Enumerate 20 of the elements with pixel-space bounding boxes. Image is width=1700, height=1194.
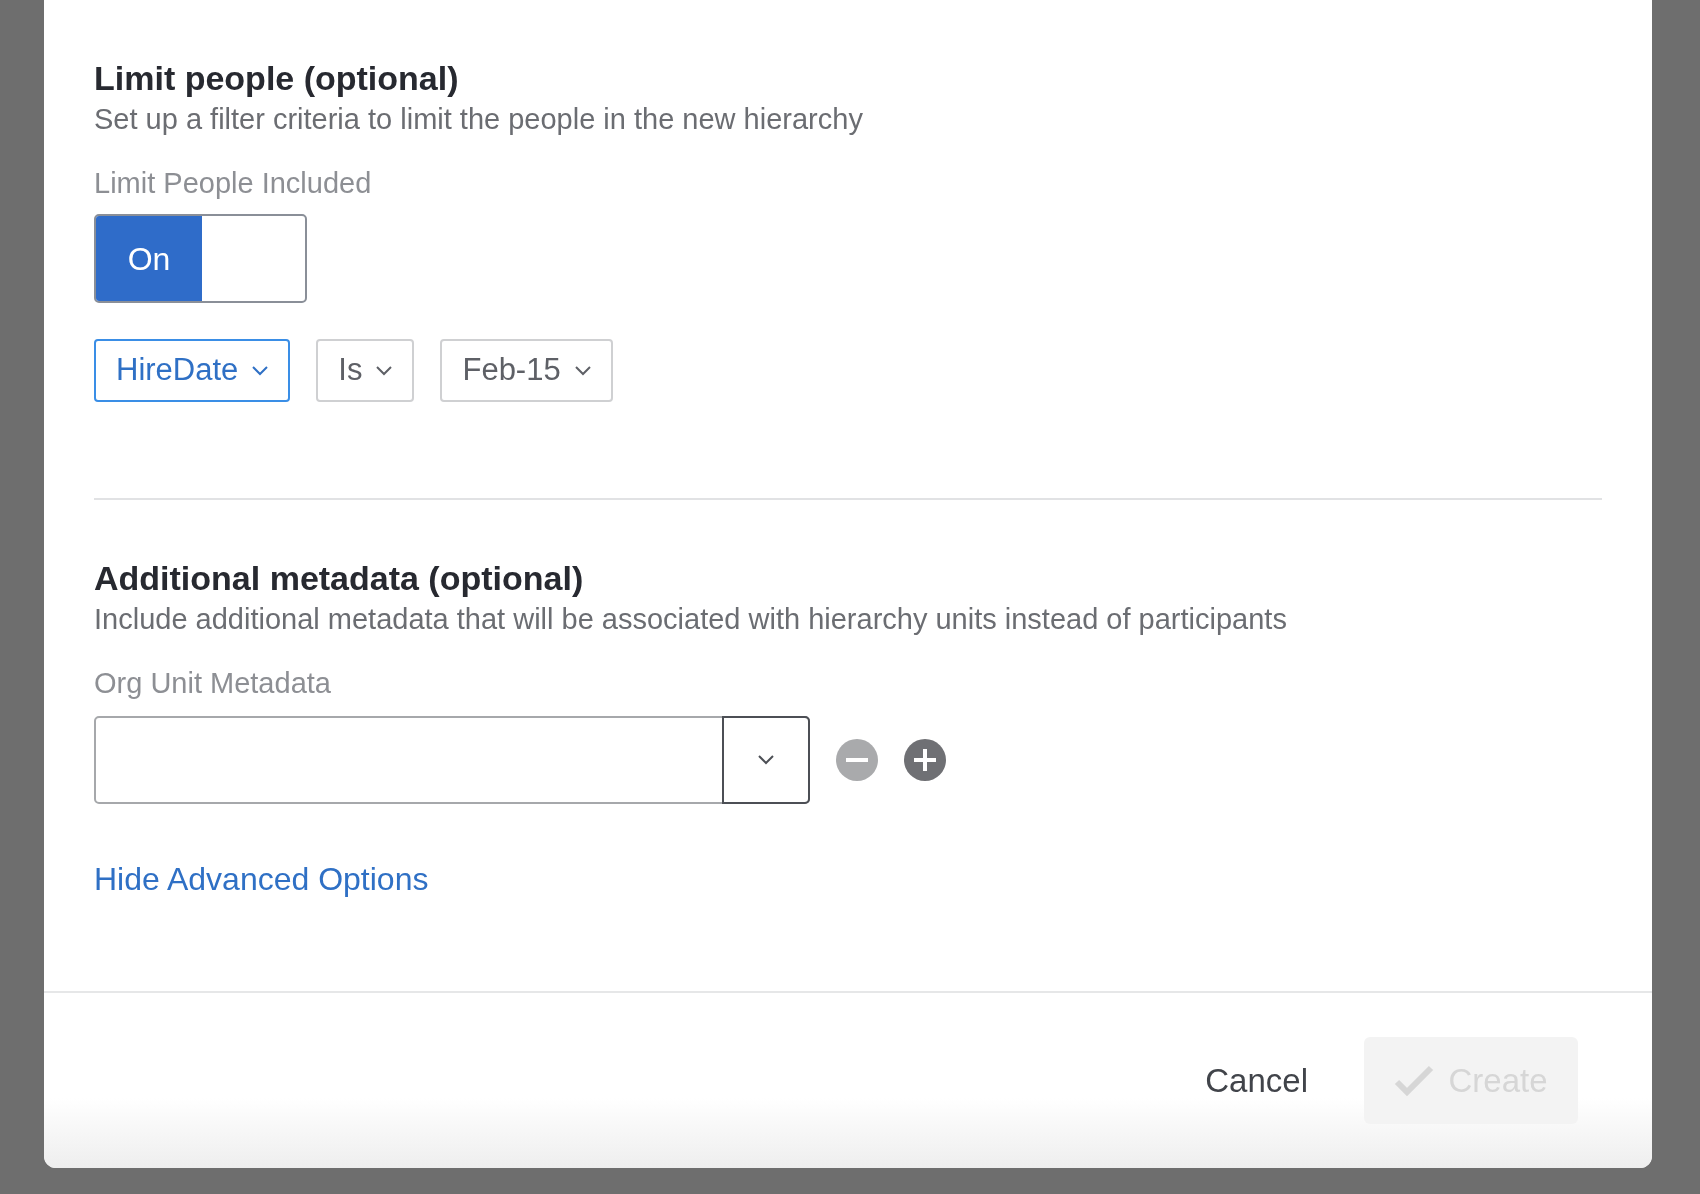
section-title: Limit people (optional) [94, 58, 459, 99]
on-off-toggle[interactable]: On [94, 214, 307, 303]
select-field[interactable] [94, 716, 810, 804]
chevron-down-icon [758, 755, 774, 765]
field-label: Org Unit Metadata [94, 666, 331, 701]
filter-dropdown[interactable]: Feb-15 [440, 339, 613, 402]
dropdown-button[interactable] [722, 716, 810, 804]
chevron-down-icon [252, 365, 269, 376]
plus-circle-icon[interactable] [904, 739, 946, 781]
hide-advanced-options-link[interactable]: Hide Advanced Options [94, 858, 429, 900]
filter-dropdown[interactable]: HireDate [94, 339, 291, 402]
chevron-down-icon [574, 365, 591, 376]
section-description: Include additional metadata that will be associated with hierarchy units instead of participants [94, 602, 1287, 637]
checkmark-icon [1394, 1064, 1435, 1097]
filter-dropdown[interactable]: Is [316, 339, 415, 402]
chevron-down-icon [376, 365, 393, 376]
field-label: Limit People Included [94, 166, 372, 201]
cancel-button[interactable]: Cancel [1203, 1049, 1310, 1112]
section-description: Set up a filter criteria to limit the people in the new hierarchy [94, 102, 863, 137]
section-title: Additional metadata (optional) [94, 558, 584, 599]
